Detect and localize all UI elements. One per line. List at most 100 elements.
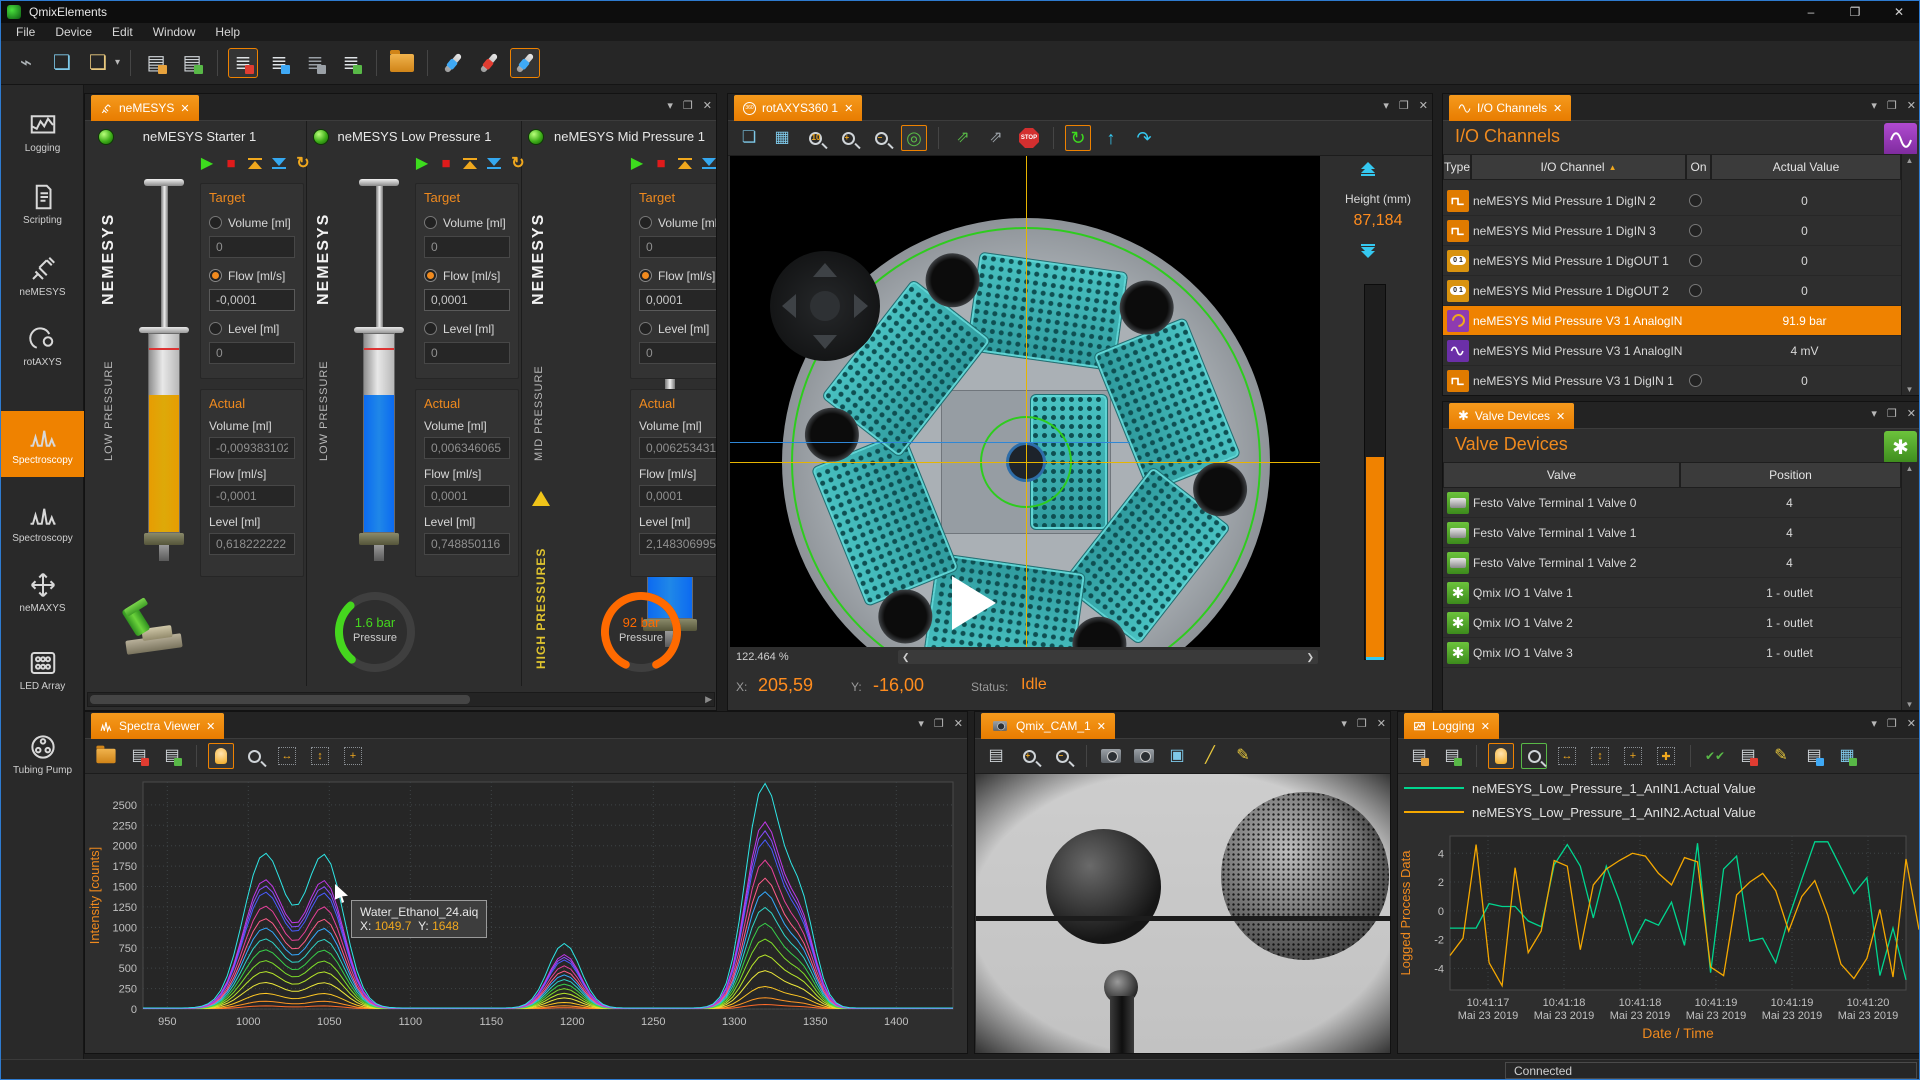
close-tab-icon[interactable]: ✕: [1097, 720, 1106, 733]
panel-menu-icon[interactable]: ▾: [1871, 407, 1877, 420]
io-row[interactable]: neMESYS Mid Pressure V3 1 DigIN 10: [1443, 366, 1901, 396]
measure-pen-icon[interactable]: ✎: [1768, 743, 1794, 769]
actual-level-value[interactable]: [424, 533, 510, 555]
stop-pump-icon[interactable]: ■: [436, 153, 456, 173]
close-panel-icon[interactable]: ✕: [1419, 99, 1428, 112]
panel-toggle-icon[interactable]: ❏: [736, 125, 762, 151]
close-panel-icon[interactable]: ✕: [703, 99, 712, 112]
close-tab-icon[interactable]: ✕: [1481, 720, 1490, 733]
start-pump-icon[interactable]: ▶: [627, 153, 647, 173]
sidebar-item-spectroscopy[interactable]: Spectroscopy: [1, 489, 84, 555]
play-overlay-icon[interactable]: [952, 576, 996, 630]
close-panel-icon[interactable]: ✕: [954, 717, 963, 730]
zoom-10-icon[interactable]: 10: [802, 125, 828, 151]
valve-scrollbar[interactable]: [1901, 462, 1918, 711]
target-level-input[interactable]: [209, 342, 295, 364]
sidebar-item-scripting[interactable]: Scripting: [1, 171, 84, 237]
legend-item[interactable]: neMESYS_Low_Pressure_1_AnIN1.Actual Valu…: [1404, 776, 1916, 800]
clear-chart-icon[interactable]: ▤: [1735, 743, 1761, 769]
fit-vertical-icon[interactable]: ↕: [1587, 743, 1613, 769]
start-pump-icon[interactable]: ▶: [412, 153, 432, 173]
zoom-out-icon[interactable]: −: [868, 125, 894, 151]
io-row[interactable]: neMESYS Mid Pressure 1 DigIN 20: [1443, 186, 1901, 216]
valve-header-0[interactable]: Valve: [1443, 462, 1680, 488]
script-run-icon[interactable]: ≣: [336, 48, 366, 78]
valve-row[interactable]: ✱Qmix I/O 1 Valve 21 - outlet: [1443, 608, 1901, 638]
target-volume-input[interactable]: [209, 236, 295, 258]
syringe-edit-icon[interactable]: [510, 48, 540, 78]
export-image-icon[interactable]: ▤: [1801, 743, 1827, 769]
tab-valve-devices[interactable]: ✱ Valve Devices ✕: [1449, 403, 1574, 429]
stage-h-scrollbar[interactable]: ❮ ❯: [898, 650, 1318, 664]
stop-motion-icon[interactable]: STOP: [1016, 125, 1042, 151]
script-film-play-icon[interactable]: ▤: [177, 48, 207, 78]
sidebar-item-led-array[interactable]: LED Array: [1, 637, 84, 703]
project-folder-icon[interactable]: [387, 48, 417, 78]
empty-syringe-icon[interactable]: [245, 153, 265, 173]
scroll-right-icon[interactable]: ▶: [705, 694, 712, 705]
menu-device[interactable]: Device: [46, 24, 101, 40]
target-flow-input[interactable]: [209, 289, 295, 311]
open-image-icon[interactable]: ▤: [983, 743, 1009, 769]
scroll-right-icon[interactable]: ❯: [1306, 652, 1314, 663]
io-row[interactable]: neMESYS Mid Pressure V3 1 AnalogIN 24 mV: [1443, 336, 1901, 366]
horizontal-scrollbar[interactable]: ▶: [87, 692, 715, 707]
sidebar-item-logging[interactable]: Logging: [1, 99, 84, 165]
scroll-down-icon[interactable]: ▼: [1901, 698, 1918, 711]
valve-row[interactable]: Festo Valve Terminal 1 Valve 04: [1443, 488, 1901, 518]
apply-check-icon[interactable]: ✔✔: [1702, 743, 1728, 769]
actual-level-value[interactable]: [209, 533, 295, 555]
io-header-1[interactable]: I/O Channel▲: [1471, 154, 1686, 180]
target-flow-radio[interactable]: [639, 269, 652, 282]
io-on-radio[interactable]: [1689, 374, 1702, 387]
empty-syringe-icon[interactable]: [460, 153, 480, 173]
script-film-add-icon[interactable]: ▤: [141, 48, 171, 78]
scroll-left-icon[interactable]: ❮: [902, 652, 910, 663]
fit-horizontal-icon[interactable]: ↔: [1554, 743, 1580, 769]
close-tab-icon[interactable]: ✕: [180, 102, 189, 115]
close-panel-icon[interactable]: ✕: [1907, 717, 1916, 730]
io-row[interactable]: 0 1neMESYS Mid Pressure 1 DigOUT 10: [1443, 246, 1901, 276]
fit-all-icon[interactable]: +: [1620, 743, 1646, 769]
float-panel-icon[interactable]: ❐: [1887, 717, 1897, 730]
connect-device-icon[interactable]: ⌁: [11, 48, 41, 78]
annotate-icon[interactable]: ✎: [1230, 743, 1256, 769]
script-edit-gray-icon[interactable]: ≣: [300, 48, 330, 78]
toolbar-dropdown-icon[interactable]: ▾: [115, 57, 120, 68]
rotaxys-stage-view[interactable]: [730, 156, 1320, 647]
scroll-down-icon[interactable]: ▼: [1901, 383, 1918, 396]
zoom-in-icon[interactable]: +: [1016, 743, 1042, 769]
fill-syringe-icon[interactable]: [699, 153, 717, 173]
fit-vertical-icon[interactable]: ↕: [307, 743, 333, 769]
empty-syringe-icon[interactable]: [675, 153, 695, 173]
sidebar-item-rotaxys[interactable]: rotAXYS: [1, 313, 84, 379]
panel-menu-icon[interactable]: ▾: [918, 717, 924, 730]
panel-menu-icon[interactable]: ▾: [667, 99, 673, 112]
valve-header-1[interactable]: Position: [1680, 462, 1901, 488]
io-header-0[interactable]: Type: [1443, 154, 1471, 180]
height-slider[interactable]: [1364, 284, 1386, 660]
zoom-box-icon[interactable]: [1521, 743, 1547, 769]
lift-top-icon[interactable]: [1361, 162, 1375, 176]
io-on-radio[interactable]: [1689, 224, 1702, 237]
sidebar-item-tubing-pump[interactable]: Tubing Pump: [1, 721, 84, 787]
tab-rotaxys360[interactable]: 360 rotAXYS360 1 ✕: [734, 95, 862, 121]
add-position-icon[interactable]: ⇗: [950, 125, 976, 151]
spectra-chart[interactable]: 9501000105011001150120012501300135014000…: [85, 774, 968, 1054]
io-row[interactable]: 0 1neMESYS Mid Pressure 1 DigOUT 20: [1443, 276, 1901, 306]
io-on-radio[interactable]: [1689, 194, 1702, 207]
float-panel-icon[interactable]: ❐: [683, 99, 693, 112]
menu-edit[interactable]: Edit: [103, 24, 142, 40]
fit-auto-icon[interactable]: ✚: [1653, 743, 1679, 769]
io-row[interactable]: neMESYS Mid Pressure 1 DigIN 30: [1443, 216, 1901, 246]
open-spectra-icon[interactable]: [93, 743, 119, 769]
valves-module-icon[interactable]: ✱: [1884, 431, 1917, 464]
jog-dpad[interactable]: [770, 251, 880, 361]
measure-ruler-icon[interactable]: ╱: [1197, 743, 1223, 769]
lift-bottom-icon[interactable]: [1361, 244, 1375, 258]
close-panel-icon[interactable]: ✕: [1907, 407, 1916, 420]
close-tab-icon[interactable]: ✕: [206, 720, 215, 733]
actual-flow-value[interactable]: [209, 485, 295, 507]
desktop-layout-icon[interactable]: ❏: [83, 48, 113, 78]
lift-up-icon[interactable]: ↑: [1098, 125, 1124, 151]
